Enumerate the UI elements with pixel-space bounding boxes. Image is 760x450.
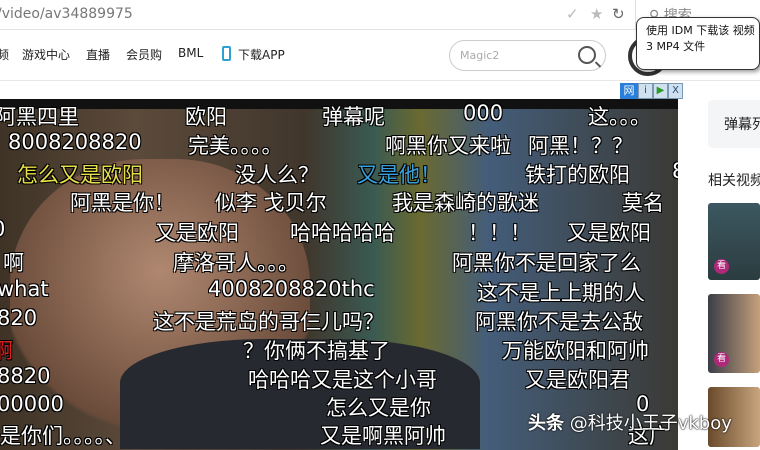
danmaku-comment: ？你俩不搞基了: [243, 339, 390, 363]
tooltip-line: 使用 IDM 下载该 视频: [646, 24, 755, 37]
danmaku-comment: 万能欧阳和阿帅: [502, 339, 649, 363]
nav-item[interactable]: 频: [0, 46, 9, 63]
related-video-thumb[interactable]: 看: [708, 203, 760, 280]
search-placeholder: Magic2: [460, 49, 500, 62]
danmaku-comment: 820: [0, 306, 38, 330]
danmaku-comment: 没人么？: [235, 163, 319, 187]
idm-tooltip: 使用 IDM 下载该 视频 3 MP4 文件: [636, 17, 760, 70]
danmaku-comment: 完美。。。。: [188, 134, 283, 158]
danmaku-comment: 4008208820thc: [208, 277, 375, 301]
related-videos-heading: 相关视频: [708, 173, 760, 189]
danmaku-comment: 阿黑你不是回家了么: [452, 251, 641, 275]
danmaku-comment: ！！！: [468, 221, 531, 245]
danmaku-comment: 我是森崎的歌迷: [392, 191, 539, 215]
nav-item-shop[interactable]: 会员购: [126, 46, 162, 63]
danmaku-comment: 莫名: [622, 191, 664, 215]
search-icon[interactable]: [578, 46, 596, 64]
danmaku-comment: 摩洛哥人。。。: [173, 251, 299, 275]
danmaku-comment: 阿黑是你！: [70, 191, 175, 215]
danmaku-comment: 阿黑四里: [0, 105, 79, 129]
danmaku-comment: 欧阳: [185, 105, 227, 129]
danmaku-comment: 啊: [3, 251, 24, 275]
danmaku-comment: 怎么又是你: [326, 396, 431, 420]
danmaku-comment: 又是他！: [357, 163, 441, 187]
danmaku-comment: 哈哈哈哈哈: [290, 221, 395, 245]
phone-icon: [222, 46, 231, 61]
idm-play-icon[interactable]: ▶: [653, 83, 668, 99]
danmaku-comment: 这不是荒岛的哥仨儿吗？: [153, 310, 384, 334]
danmaku-comment: 又是啊黑阿帅: [320, 424, 446, 448]
danmaku-comment: 啊: [0, 339, 13, 363]
danmaku-comment: 000: [463, 101, 504, 125]
nav-item-download-app[interactable]: 下载APP: [238, 46, 285, 63]
search-input[interactable]: Magic2: [449, 40, 606, 71]
star-icon[interactable]: ★: [590, 5, 603, 23]
watermark: 头条 @科技小王子vkboy: [528, 412, 732, 436]
url-field[interactable]: /video/av34889975: [0, 6, 133, 22]
danmaku-comment: 铁打的欧阳: [525, 163, 630, 187]
danmaku-comment: 哈哈哈又是这个小哥: [248, 368, 437, 392]
idm-download-bar: 网 i ▶ X: [620, 83, 683, 99]
danmaku-comment: 0: [0, 217, 5, 241]
related-video-thumb[interactable]: 看: [708, 294, 760, 373]
danmaku-comment: 阿黑你不是去公敌: [475, 310, 643, 334]
danmaku-comment: 又是欧阳: [155, 221, 239, 245]
watch-badge-icon: 看: [714, 259, 729, 274]
nav-item-game-center[interactable]: 游戏中心: [22, 46, 70, 63]
danmaku-comment: 这。。。: [588, 105, 651, 129]
danmaku-comment: 这不是上上期的人: [477, 281, 645, 305]
idm-close-button[interactable]: X: [668, 83, 683, 99]
danmaku-comment: 又是欧阳: [567, 221, 651, 245]
danmaku-comment: 弹幕呢: [322, 105, 385, 129]
video-player[interactable]: 阿黑四里 欧阳 弹幕呢 000 这。。。 8008208820 完美。。。。 啊黑你又来啦 阿黑…: [0, 99, 678, 450]
danmaku-comment: 是你们。。。。、: [0, 424, 126, 448]
danmaku-comment: what: [0, 277, 49, 301]
danmaku-comment: 又是欧阳君: [525, 368, 630, 392]
tooltip-line: 3 MP4 文件: [646, 40, 706, 53]
danmaku-comment: 阿黑！？？: [528, 134, 633, 158]
nav-item-bml[interactable]: BML: [178, 46, 203, 60]
refresh-icon[interactable]: ↻: [612, 5, 625, 23]
idm-info-icon[interactable]: i: [638, 83, 653, 99]
danmaku-comment: 8: [672, 159, 678, 183]
check-icon[interactable]: ✓: [566, 5, 579, 23]
watermark-handle: @科技小王子vkboy: [569, 413, 732, 434]
danmaku-comment: 00000: [0, 392, 64, 416]
watermark-brand: 头条: [528, 413, 564, 434]
nav-item-live[interactable]: 直播: [86, 46, 110, 63]
watch-badge-icon: 看: [714, 352, 729, 367]
idm-label: 网: [620, 83, 638, 99]
danmaku-comment: 8008208820: [8, 130, 142, 154]
danmaku-comment: 似李 戈贝尔: [215, 191, 327, 215]
danmaku-comment: 啊黑你又来啦: [385, 134, 511, 158]
danmaku-comment: 8820: [0, 364, 51, 388]
danmaku-list-tab[interactable]: 弹幕列表: [708, 100, 760, 148]
danmaku-comment: 怎么又是欧阳: [17, 163, 143, 187]
